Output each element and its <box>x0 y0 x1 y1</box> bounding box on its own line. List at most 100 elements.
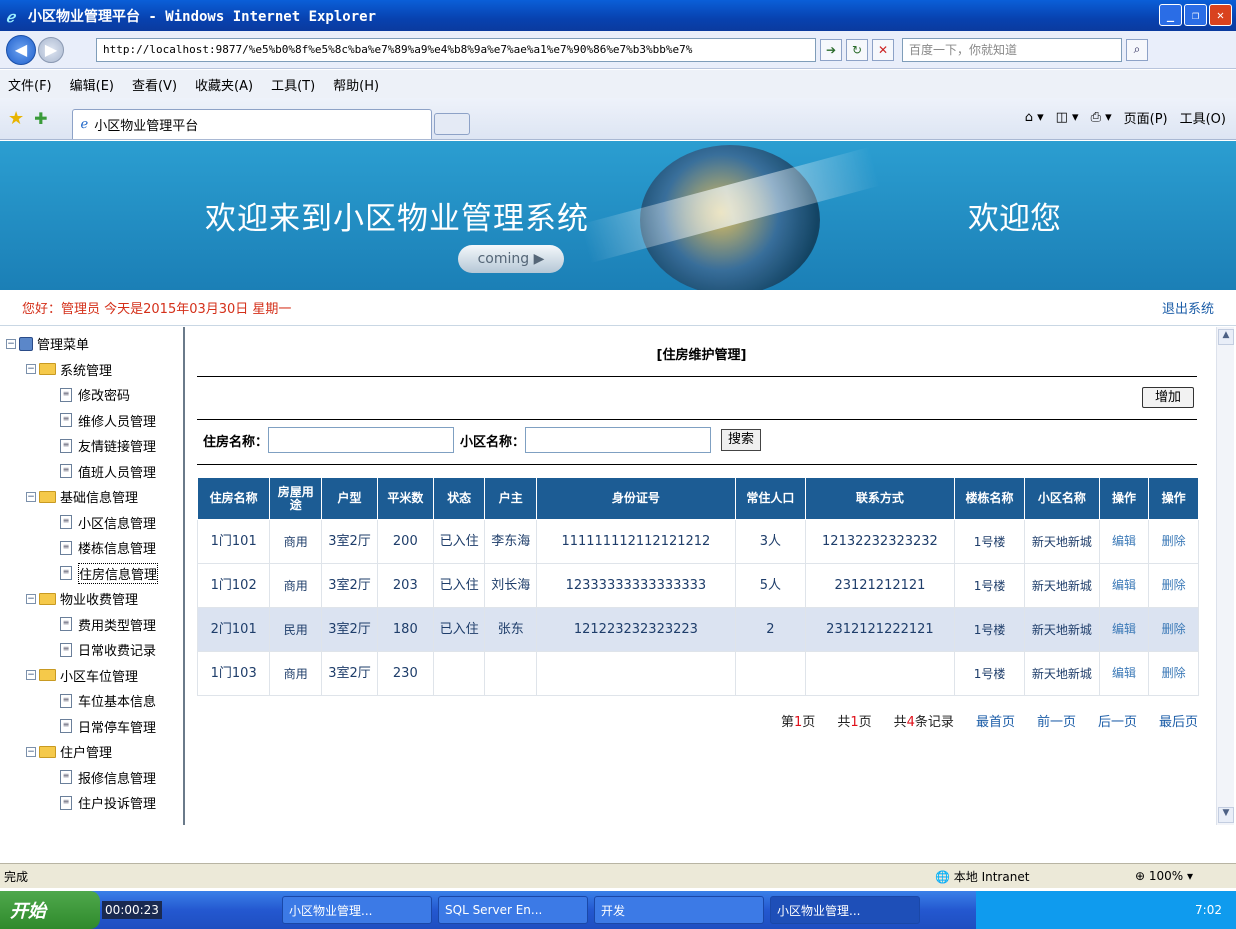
menu-edit[interactable]: 编辑(E) <box>70 75 114 94</box>
print-icon[interactable]: ⎙ ▾ <box>1091 110 1112 125</box>
task-sql-server[interactable]: SQL Server En... <box>438 896 588 924</box>
search-input[interactable]: 百度一下，你就知道 <box>902 37 1122 62</box>
sidebar-item-complaints[interactable]: ≡ 住户投诉管理 <box>0 790 183 816</box>
folder-icon <box>39 592 56 605</box>
sidebar-item-change-password[interactable]: ≡ 修改密码 <box>0 382 183 408</box>
menu-view[interactable]: 查看(V) <box>132 75 177 94</box>
menu-help[interactable]: 帮助(H) <box>333 75 379 94</box>
sidebar-item-house[interactable]: ≡ 住房信息管理 <box>0 561 183 587</box>
task-property-app[interactable]: 小区物业管理... <box>282 896 432 924</box>
feeds-icon[interactable]: ◫ ▾ <box>1056 110 1079 125</box>
col-header: 状态 <box>432 477 486 520</box>
cell: 已入住 <box>432 519 486 564</box>
vertical-scrollbar[interactable]: ▲ ▼ <box>1216 327 1234 825</box>
item-label: 日常收费记录 <box>78 644 157 660</box>
url-field[interactable]: http://localhost:9877/%e5%b0%8f%e5%8c%ba… <box>96 37 816 62</box>
delete-link[interactable]: 删除 <box>1162 622 1186 636</box>
tree-group-system[interactable]: − 系统管理 <box>0 357 183 383</box>
community-name-input[interactable] <box>525 427 712 453</box>
edit-cell: 编辑 <box>1098 563 1150 608</box>
sidebar-item-links[interactable]: ≡ 友情链接管理 <box>0 433 183 459</box>
collapse-icon[interactable]: − <box>26 491 36 502</box>
sidebar-item-community[interactable]: ≡ 小区信息管理 <box>0 510 183 536</box>
start-button[interactable]: 开始 <box>0 891 100 929</box>
cell: 刘长海 <box>484 563 538 608</box>
delete-link[interactable]: 删除 <box>1162 666 1186 680</box>
sidebar-item-parking-info[interactable]: ≡ 车位基本信息 <box>0 688 183 714</box>
tree-root[interactable]: − 管理菜单 <box>0 331 183 357</box>
tree-group-fees[interactable]: − 物业收费管理 <box>0 586 183 612</box>
menu-tools[interactable]: 工具(T) <box>271 75 315 94</box>
collapse-icon[interactable]: − <box>26 364 36 375</box>
go-icon[interactable]: ➔ <box>820 38 842 61</box>
menu-favorites[interactable]: 收藏夹(A) <box>195 75 253 94</box>
scroll-down-icon[interactable]: ▼ <box>1218 807 1234 823</box>
window-titlebar: ℯ 小区物业管理平台 - Windows Internet Explorer _… <box>0 0 1236 31</box>
tree-group-basic[interactable]: − 基础信息管理 <box>0 484 183 510</box>
next-page-link[interactable]: 后一页 <box>1098 711 1137 730</box>
sidebar-item-building[interactable]: ≡ 楼栋信息管理 <box>0 535 183 561</box>
add-button[interactable]: 增加 <box>1142 387 1194 408</box>
sidebar-item-repairs[interactable]: ≡ 报修信息管理 <box>0 765 183 791</box>
tools-menu[interactable]: 工具(O) <box>1180 108 1226 127</box>
item-label: 小区信息管理 <box>78 516 157 532</box>
table-row: 1门101 商用 3室2厅 200 已入住 李东海 11111111211212… <box>196 519 1199 564</box>
sidebar-item-duty-staff[interactable]: ≡ 值班人员管理 <box>0 459 183 485</box>
collapse-icon[interactable]: − <box>26 593 36 604</box>
tree-group-residents[interactable]: − 住户管理 <box>0 739 183 765</box>
stop-icon[interactable]: ✕ <box>872 38 894 61</box>
collapse-icon[interactable]: − <box>26 670 36 681</box>
search-button[interactable]: 搜索 <box>721 429 762 451</box>
col-header: 操作 <box>1098 477 1150 520</box>
sidebar-item-fee-types[interactable]: ≡ 费用类型管理 <box>0 612 183 638</box>
page-icon: ≡ <box>60 617 72 632</box>
edit-link[interactable]: 编辑 <box>1112 622 1136 636</box>
page-menu[interactable]: 页面(P) <box>1124 108 1168 127</box>
favorites-star-icon[interactable]: ★ <box>8 108 24 129</box>
divider <box>197 376 1197 377</box>
cell: 张东 <box>484 607 538 652</box>
back-button[interactable]: ◀ <box>6 34 36 65</box>
tree-group-parking[interactable]: − 小区车位管理 <box>0 663 183 689</box>
collapse-icon[interactable]: − <box>26 746 36 757</box>
item-label: 楼栋信息管理 <box>78 542 157 558</box>
edit-link[interactable]: 编辑 <box>1112 534 1136 548</box>
sidebar-item-daily-parking[interactable]: ≡ 日常停车管理 <box>0 714 183 740</box>
menu-file[interactable]: 文件(F) <box>8 75 52 94</box>
house-name-input[interactable] <box>268 427 455 453</box>
group-label: 系统管理 <box>60 363 113 379</box>
edit-link[interactable]: 编辑 <box>1112 578 1136 592</box>
page-icon: ≡ <box>60 770 72 785</box>
collapse-icon[interactable]: − <box>6 338 16 349</box>
cell <box>484 651 538 696</box>
scroll-up-icon[interactable]: ▲ <box>1218 329 1234 345</box>
browser-tab[interactable]: ℯ 小区物业管理平台 <box>71 108 432 139</box>
zoom-control[interactable]: ⊕ 100% ▾ <box>1135 869 1193 883</box>
sidebar: − 管理菜单 − 系统管理 ≡ 修改密码 ≡ 维修人员管理 ≡ 友情链接管理 ≡ 值班人员管… <box>0 327 185 825</box>
page-icon: ≡ <box>60 719 72 734</box>
delete-link[interactable]: 删除 <box>1162 578 1186 592</box>
forward-button[interactable]: ▶ <box>38 36 64 63</box>
minimize-button[interactable]: _ <box>1159 4 1182 26</box>
sidebar-item-repair-staff[interactable]: ≡ 维修人员管理 <box>0 408 183 434</box>
divider <box>197 419 1197 420</box>
task-ie-window[interactable]: 小区物业管理... <box>770 896 920 924</box>
task-dev[interactable]: 开发 <box>594 896 764 924</box>
tree-root-label: 管理菜单 <box>37 338 90 354</box>
logout-link[interactable]: 退出系统 <box>1162 298 1214 317</box>
cell: 商用 <box>269 563 323 608</box>
maximize-button[interactable]: ❐ <box>1184 4 1207 26</box>
edit-link[interactable]: 编辑 <box>1112 666 1136 680</box>
sidebar-item-fee-records[interactable]: ≡ 日常收费记录 <box>0 637 183 663</box>
close-button[interactable]: ✕ <box>1209 4 1232 26</box>
home-icon[interactable]: ⌂ ▾ <box>1025 110 1044 125</box>
first-page-link[interactable]: 最首页 <box>976 711 1015 730</box>
add-favorite-icon[interactable]: ✚ <box>34 109 47 128</box>
coming-button[interactable]: coming ▶ <box>458 245 564 273</box>
delete-link[interactable]: 删除 <box>1162 534 1186 548</box>
search-icon[interactable]: ⌕ <box>1126 38 1148 61</box>
refresh-icon[interactable]: ↻ <box>846 38 868 61</box>
prev-page-link[interactable]: 前一页 <box>1037 711 1076 730</box>
last-page-link[interactable]: 最后页 <box>1159 711 1198 730</box>
new-tab-button[interactable] <box>433 112 470 135</box>
